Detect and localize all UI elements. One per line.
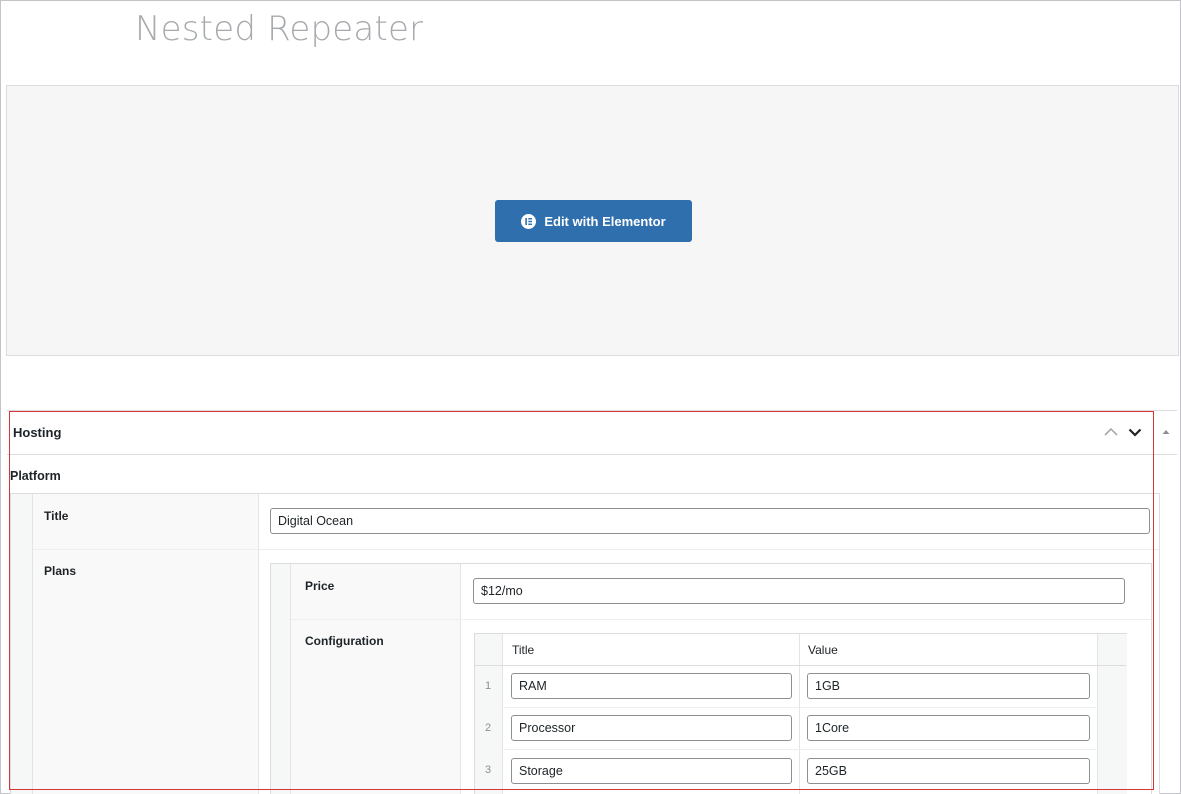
title-label: Title — [44, 509, 69, 523]
row-title-input[interactable]: Storage — [511, 758, 792, 784]
edit-with-elementor-label: Edit with Elementor — [544, 213, 666, 229]
row-divider — [291, 619, 1151, 620]
row-title-input[interactable]: RAM — [511, 673, 792, 699]
platform-label-column — [33, 494, 259, 794]
table-header: Title Value — [475, 634, 1127, 666]
row-title-input[interactable]: Processor — [511, 715, 792, 741]
page-title: Nested Repeater — [135, 9, 424, 49]
configuration-label: Configuration — [305, 634, 384, 648]
header-actions-cell — [1097, 634, 1127, 665]
row-value-input[interactable]: 1Core — [807, 715, 1090, 741]
row-divider — [502, 707, 1096, 708]
header-title: Title — [512, 643, 535, 657]
header-value: Value — [808, 643, 838, 657]
elementor-logo-icon — [521, 213, 537, 229]
row-divider — [502, 749, 1096, 750]
price-label: Price — [305, 579, 335, 593]
metabox-header[interactable]: Hosting — [7, 411, 1177, 455]
plans-row-handle[interactable] — [271, 564, 291, 794]
row-divider — [33, 549, 1159, 550]
row-index: 1 — [484, 680, 492, 692]
elementor-editor-area: Edit with Elementor — [6, 85, 1179, 356]
chevron-up-icon[interactable] — [1102, 423, 1120, 441]
plans-label: Plans — [44, 564, 77, 578]
metabox-title: Hosting — [13, 425, 62, 440]
platform-label: Platform — [10, 469, 61, 483]
header-divider — [799, 634, 800, 665]
page: Nested Repeater Edit with Elementor Host… — [0, 0, 1181, 794]
row-index: 3 — [484, 764, 492, 776]
row-value-input[interactable]: 1GB — [807, 673, 1090, 699]
edit-with-elementor-button[interactable]: Edit with Elementor — [495, 200, 692, 242]
triangle-up-icon[interactable] — [1157, 423, 1175, 441]
title-input[interactable]: Digital Ocean — [270, 508, 1150, 534]
row-index: 2 — [484, 722, 492, 734]
row-value-input[interactable]: 25GB — [807, 758, 1090, 784]
chevron-down-icon[interactable] — [1126, 423, 1144, 441]
platform-row-handle[interactable] — [11, 494, 33, 794]
plans-label-column — [291, 564, 461, 794]
header-index-cell — [475, 634, 503, 665]
price-input[interactable]: $12/mo — [473, 578, 1125, 604]
